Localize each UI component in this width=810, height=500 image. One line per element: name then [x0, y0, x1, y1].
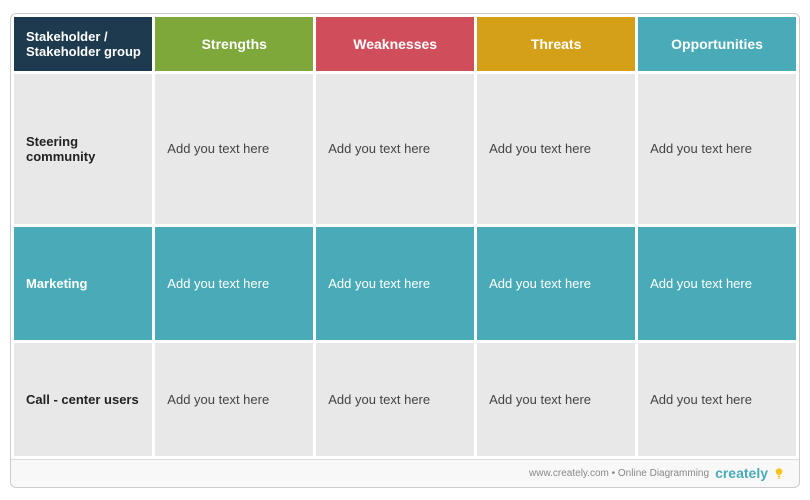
- row3-threats[interactable]: Add you text here: [476, 341, 637, 457]
- row1-opps[interactable]: Add you text here: [637, 72, 798, 225]
- table-body: Steering community Add you text here Add…: [13, 72, 798, 457]
- table-wrapper: Stakeholder / Stakeholder group Strength…: [11, 14, 799, 459]
- table-header: Stakeholder / Stakeholder group Strength…: [13, 15, 798, 72]
- row1-threats[interactable]: Add you text here: [476, 72, 637, 225]
- row2-stakeholder: Marketing: [13, 225, 154, 341]
- row1-stakeholder: Steering community: [13, 72, 154, 225]
- row3-strengths[interactable]: Add you text here: [154, 341, 315, 457]
- row3-stakeholder: Call - center users: [13, 341, 154, 457]
- bulb-icon: [771, 465, 787, 481]
- table-row: Call - center users Add you text here Ad…: [13, 341, 798, 457]
- header-threats: Threats: [476, 15, 637, 72]
- stakeholder-table: Stakeholder / Stakeholder group Strength…: [11, 14, 799, 459]
- row2-weaknesses[interactable]: Add you text here: [315, 225, 476, 341]
- footer-bar: www.creately.com • Online Diagramming cr…: [11, 459, 799, 487]
- row2-opps[interactable]: Add you text here: [637, 225, 798, 341]
- creately-brand-text: creately: [715, 465, 768, 481]
- row3-opps[interactable]: Add you text here: [637, 341, 798, 457]
- creately-logo: creately: [715, 465, 787, 481]
- header-opportunities: Opportunities: [637, 15, 798, 72]
- header-stakeholder: Stakeholder / Stakeholder group: [13, 15, 154, 72]
- row2-threats[interactable]: Add you text here: [476, 225, 637, 341]
- main-container: Stakeholder / Stakeholder group Strength…: [10, 13, 800, 488]
- row1-strengths[interactable]: Add you text here: [154, 72, 315, 225]
- row1-weaknesses[interactable]: Add you text here: [315, 72, 476, 225]
- header-strengths: Strengths: [154, 15, 315, 72]
- row3-weaknesses[interactable]: Add you text here: [315, 341, 476, 457]
- footer-url: www.creately.com • Online Diagramming: [529, 468, 709, 479]
- row2-strengths[interactable]: Add you text here: [154, 225, 315, 341]
- table-row: Marketing Add you text here Add you text…: [13, 225, 798, 341]
- table-row: Steering community Add you text here Add…: [13, 72, 798, 225]
- header-weaknesses: Weaknesses: [315, 15, 476, 72]
